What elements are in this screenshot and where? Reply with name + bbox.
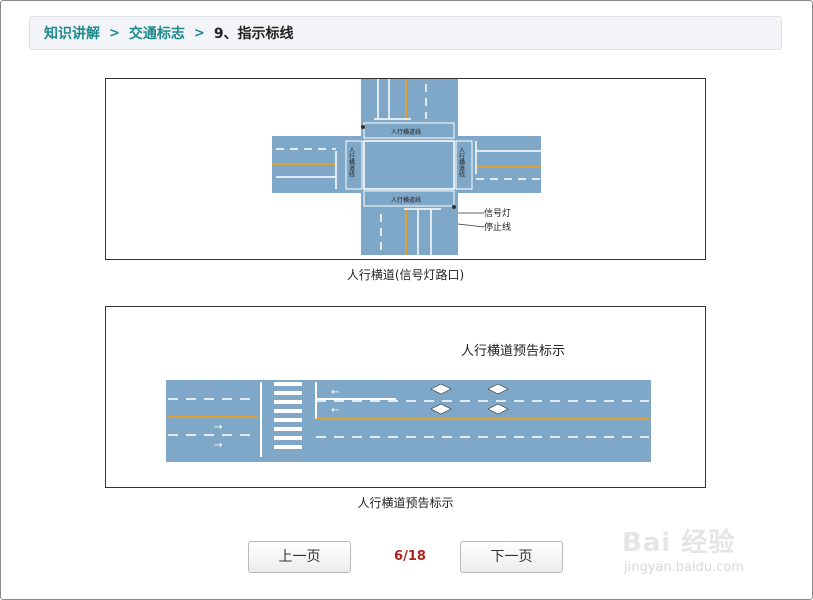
watermark: Bai 经验 jingyan.baidu.com — [622, 514, 772, 584]
prev-page-button[interactable]: 上一页 — [248, 541, 351, 573]
figure-caption: 人行横道预告标示 — [357, 496, 454, 510]
crosswalk-label-right: 人行横道线 — [458, 147, 465, 177]
figure-caption: 人行横道(信号灯路口) — [346, 268, 465, 282]
breadcrumb-link-knowledge[interactable]: 知识讲解 — [44, 23, 100, 43]
watermark-url: jingyan.baidu.com — [624, 560, 744, 575]
breadcrumb-separator: > — [109, 25, 120, 41]
preview-title: 人行横道预告标示 — [461, 344, 565, 359]
signal-label: 信号灯 — [484, 207, 511, 219]
svg-text:←: ← — [331, 405, 339, 416]
stop-line-label: 停止线 — [484, 221, 511, 233]
breadcrumb: 知识讲解 > 交通标志 > 9、指示标线 — [29, 16, 782, 50]
road-surface — [166, 380, 651, 462]
breadcrumb-link-traffic-signs[interactable]: 交通标志 — [129, 23, 185, 43]
svg-text:→: → — [214, 440, 222, 451]
page-indicator: 6/18 — [394, 549, 426, 564]
watermark-logo: Bai 经验 — [622, 528, 736, 558]
crosswalk-label-top: 人行横道线 — [391, 128, 421, 136]
crosswalk-preview-diagram: 人行横道预告标示 ← ← → → — [106, 307, 705, 487]
svg-text:→: → — [214, 422, 222, 433]
breadcrumb-current: 9、指示标线 — [213, 26, 294, 42]
crosswalk-label-left: 人行横道线 — [348, 147, 355, 177]
crosswalk-label-bottom: 人行横道线 — [391, 196, 421, 204]
crosswalk-preview-figure: 人行横道预告标示 ← ← → → — [105, 306, 706, 488]
next-page-button[interactable]: 下一页 — [460, 541, 563, 573]
breadcrumb-separator: > — [193, 25, 205, 41]
intersection-diagram: 人行横道线 人行横道线 人行横道线 人行横道线 信号灯 停止线 — [106, 79, 705, 259]
intersection-figure: 人行横道线 人行横道线 人行横道线 人行横道线 信号灯 停止线 — [105, 78, 706, 260]
signal-light-icon — [452, 205, 456, 209]
svg-text:←: ← — [331, 387, 339, 398]
